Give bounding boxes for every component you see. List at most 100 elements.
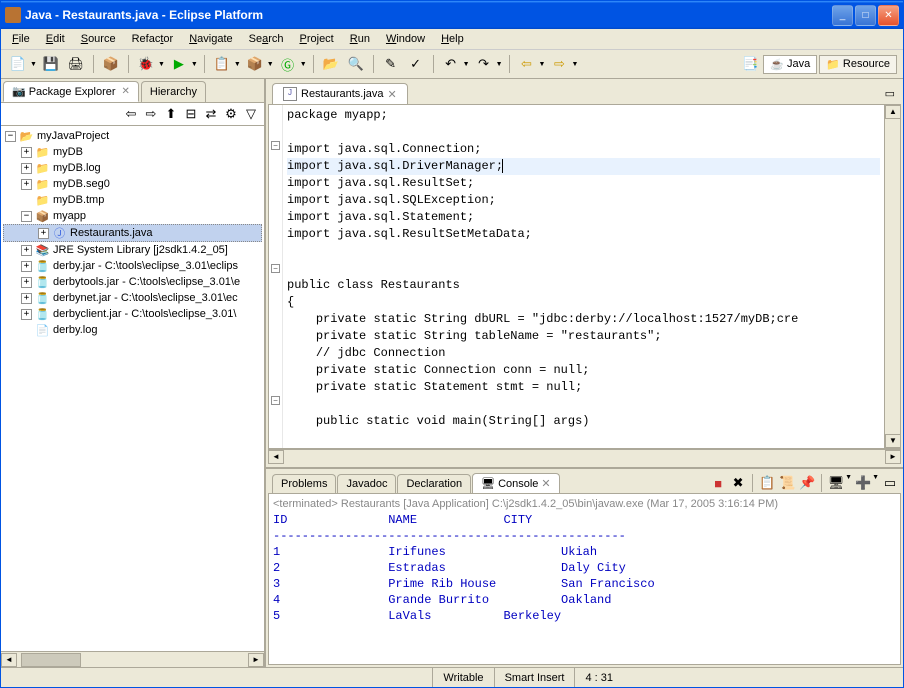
last-edit-button[interactable]: ↶	[440, 53, 462, 75]
tab-javadoc[interactable]: Javadoc	[337, 474, 396, 493]
back-icon[interactable]: ⇦	[122, 105, 140, 123]
menu-file[interactable]: File	[5, 31, 37, 47]
forward-icon[interactable]: ⇨	[142, 105, 160, 123]
close-icon[interactable]: ✕	[541, 477, 550, 490]
remove-launch-icon[interactable]: ✖	[729, 474, 747, 492]
terminate-icon[interactable]: ■	[709, 474, 727, 492]
package-explorer-tree[interactable]: −📂myJavaProject +📁myDB +📁myDB.log +📁myDB…	[1, 125, 264, 651]
tree-derbytools-jar[interactable]: +🫙derbytools.jar - C:\tools\eclipse_3.01…	[3, 274, 262, 290]
new-dropdown[interactable]: ▼	[30, 61, 37, 68]
expand-icon[interactable]: +	[21, 261, 32, 272]
menu-window[interactable]: Window	[379, 31, 432, 47]
annotate-button[interactable]: ✎	[380, 53, 402, 75]
collapse-icon[interactable]: −	[21, 211, 32, 222]
mark-button[interactable]: ✓	[405, 53, 427, 75]
expand-icon[interactable]: +	[38, 228, 49, 239]
view-menu-icon[interactable]: ▽	[242, 105, 260, 123]
expand-icon[interactable]: +	[21, 277, 32, 288]
open-console-icon[interactable]: ➕	[854, 474, 872, 492]
new-button[interactable]: 📄	[7, 53, 29, 75]
expand-icon[interactable]: +	[21, 245, 32, 256]
code-gutter[interactable]: − − −	[269, 105, 283, 448]
new-type-button[interactable]: Ⓖ	[277, 53, 299, 75]
filter-icon[interactable]: ⚙	[222, 105, 240, 123]
new-package-button[interactable]: 📦	[244, 53, 266, 75]
tab-problems[interactable]: Problems	[272, 474, 336, 493]
perspective-resource[interactable]: 📁 Resource	[819, 55, 897, 74]
expand-icon[interactable]: +	[21, 309, 32, 320]
tree-myapp[interactable]: −📦myapp	[3, 208, 262, 224]
scroll-down-icon[interactable]: ▼	[885, 434, 901, 448]
editor-tab-restaurants[interactable]: JRestaurants.java ✕	[272, 83, 408, 104]
open-perspective-button[interactable]: 📑	[739, 53, 761, 75]
menu-refactor[interactable]: Refactor	[125, 31, 181, 47]
tree-derbyclient-jar[interactable]: +🫙derbyclient.jar - C:\tools\eclipse_3.0…	[3, 306, 262, 322]
menu-search[interactable]: Search	[242, 31, 291, 47]
save-button[interactable]: 💾	[40, 53, 62, 75]
tree-derbynet-jar[interactable]: +🫙derbynet.jar - C:\tools\eclipse_3.01\e…	[3, 290, 262, 306]
close-button[interactable]: ✕	[878, 5, 899, 26]
collapse-all-icon[interactable]: ⊟	[182, 105, 200, 123]
close-icon[interactable]: ✕	[388, 88, 397, 101]
scroll-left-icon[interactable]: ◄	[268, 450, 284, 464]
menu-project[interactable]: Project	[293, 31, 341, 47]
maximize-button[interactable]: □	[855, 5, 876, 26]
minimize-view-icon[interactable]: ▭	[881, 474, 899, 492]
display-console-icon[interactable]: 🖥	[827, 474, 845, 492]
menu-edit[interactable]: Edit	[39, 31, 72, 47]
minimize-button[interactable]: _	[832, 5, 853, 26]
tree-seg0[interactable]: +📁myDB.seg0	[3, 176, 262, 192]
tab-package-explorer[interactable]: 📷 Package Explorer ✕	[3, 81, 139, 102]
fold-marker-icon[interactable]: −	[271, 264, 280, 273]
forward-button[interactable]: ⇨	[548, 53, 570, 75]
menu-navigate[interactable]: Navigate	[182, 31, 239, 47]
menu-run[interactable]: Run	[343, 31, 377, 47]
collapse-icon[interactable]: −	[5, 131, 16, 142]
tree-mydblog[interactable]: +📁myDB.log	[3, 160, 262, 176]
tree-mydb[interactable]: +📁myDB	[3, 144, 262, 160]
scroll-left-icon[interactable]: ◄	[1, 653, 17, 667]
scroll-up-icon[interactable]: ▲	[885, 105, 901, 119]
console-output[interactable]: ID NAME CITY ---------------------------…	[273, 512, 896, 624]
open-type-button[interactable]: 📂	[320, 53, 342, 75]
tab-declaration[interactable]: Declaration	[397, 474, 471, 493]
debug-dropdown[interactable]: ▼	[158, 61, 165, 68]
editor-vscrollbar[interactable]: ▲ ▼	[884, 105, 900, 448]
run-button[interactable]: ▶	[168, 53, 190, 75]
sidebar-hscrollbar[interactable]: ◄ ►	[1, 651, 264, 667]
expand-icon[interactable]: +	[21, 293, 32, 304]
scroll-lock-icon[interactable]: 📜	[778, 474, 796, 492]
build-button[interactable]: 📦	[100, 53, 122, 75]
tree-project[interactable]: −📂myJavaProject	[3, 128, 262, 144]
up-icon[interactable]: ⬆	[162, 105, 180, 123]
pin-console-icon[interactable]: 📌	[798, 474, 816, 492]
link-editor-icon[interactable]: ⇄	[202, 105, 220, 123]
fold-marker-icon[interactable]: −	[271, 396, 280, 405]
scroll-thumb[interactable]	[21, 653, 81, 667]
scroll-right-icon[interactable]: ►	[885, 450, 901, 464]
expand-icon[interactable]: +	[21, 179, 32, 190]
print-button[interactable]: 🖨	[65, 53, 87, 75]
back-button[interactable]: ⇦	[516, 53, 538, 75]
expand-icon[interactable]: +	[21, 163, 32, 174]
tree-jre[interactable]: +📚JRE System Library [j2sdk1.4.2_05]	[3, 242, 262, 258]
tab-console[interactable]: 🖥 Console ✕	[472, 473, 560, 493]
fold-marker-icon[interactable]: −	[271, 141, 280, 150]
tree-restaurants-java[interactable]: +ⒿRestaurants.java	[3, 224, 262, 242]
tab-hierarchy[interactable]: Hierarchy	[141, 81, 206, 102]
debug-button[interactable]: 🐞	[135, 53, 157, 75]
expand-icon[interactable]: +	[21, 147, 32, 158]
tree-derby-jar[interactable]: +🫙derby.jar - C:\tools\eclipse_3.01\ecli…	[3, 258, 262, 274]
tree-derbylog[interactable]: 📄derby.log	[3, 322, 262, 338]
search-button[interactable]: 🔍	[345, 53, 367, 75]
code-editor[interactable]: − − − package myapp; import java.sql.Con…	[268, 104, 901, 449]
maximize-view-icon[interactable]: ▭	[881, 87, 899, 100]
next-button[interactable]: ↷	[473, 53, 495, 75]
close-icon[interactable]: ✕	[122, 86, 130, 97]
editor-hscrollbar[interactable]: ◄ ►	[268, 449, 901, 465]
new-class-button[interactable]: 📋	[211, 53, 233, 75]
clear-console-icon[interactable]: 📋	[758, 474, 776, 492]
menu-source[interactable]: Source	[74, 31, 123, 47]
run-dropdown[interactable]: ▼	[191, 61, 198, 68]
tree-tmp[interactable]: 📁myDB.tmp	[3, 192, 262, 208]
